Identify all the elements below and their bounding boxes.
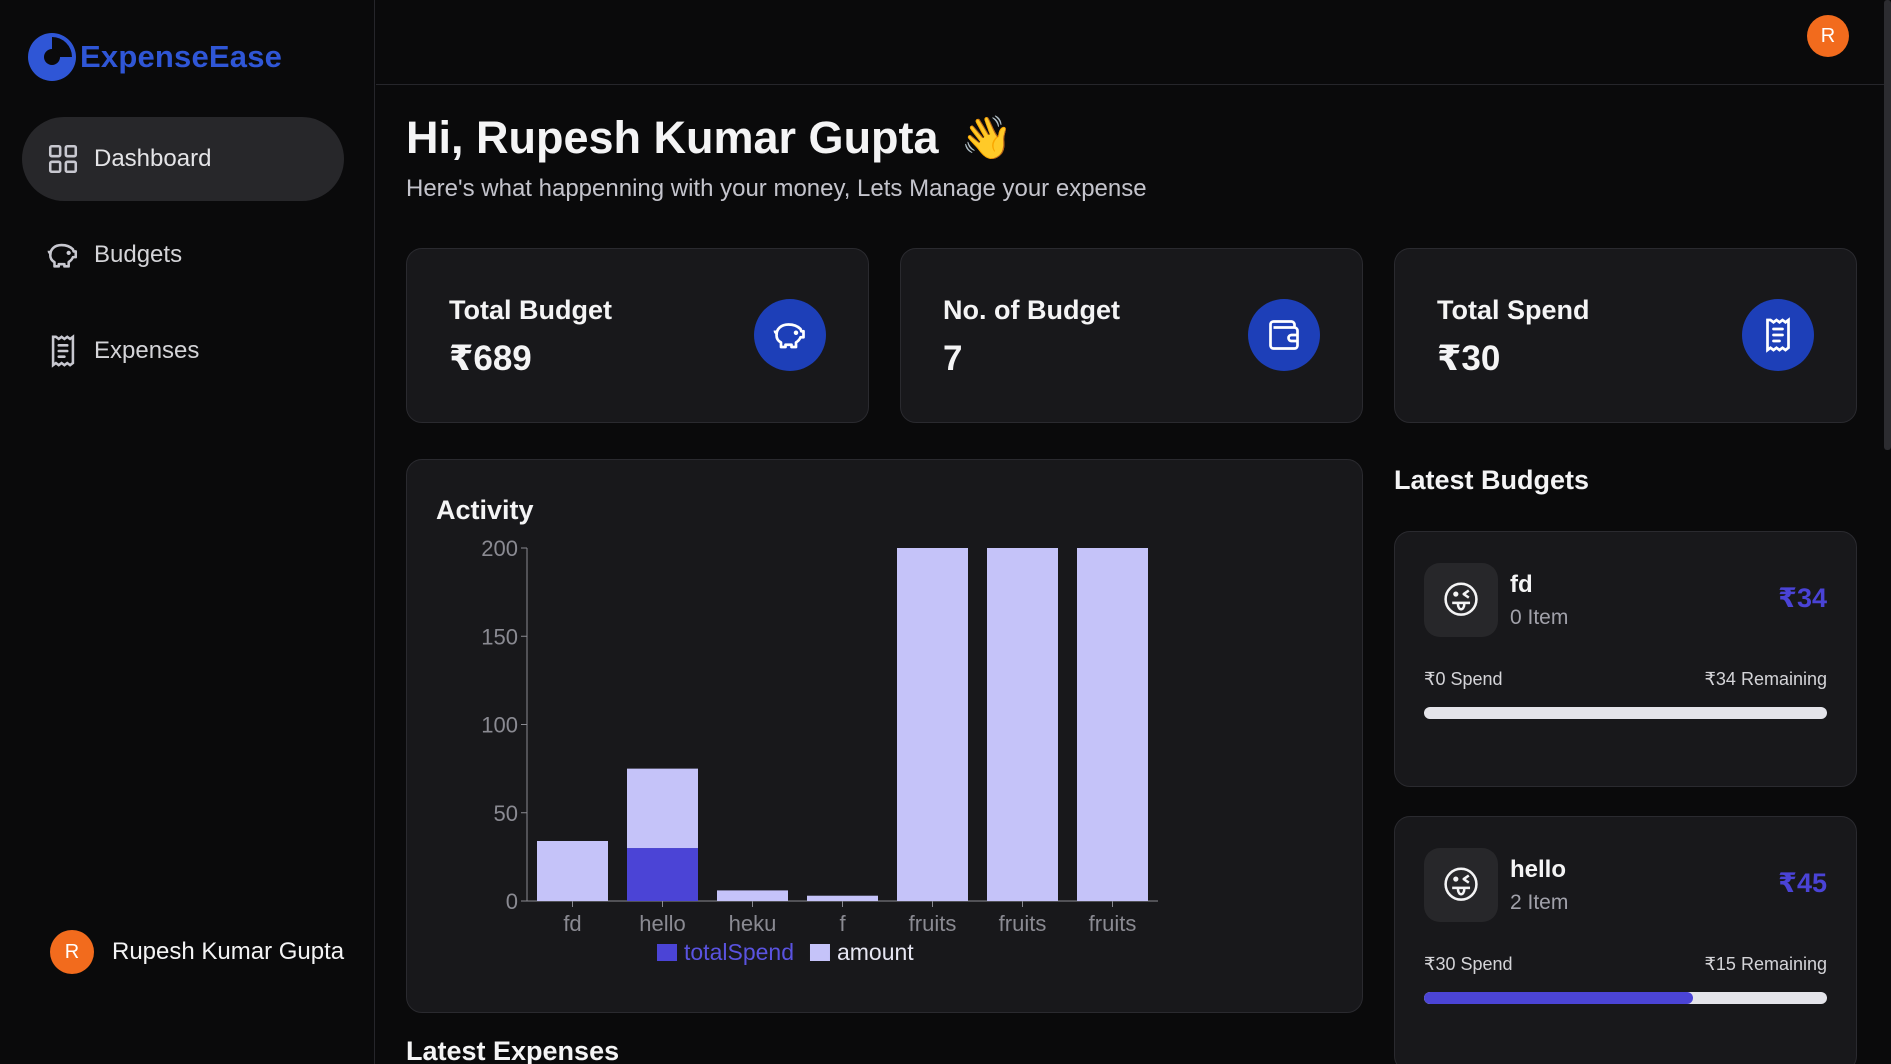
sidebar-item-label: Budgets bbox=[94, 241, 183, 268]
y-tick-label: 100 bbox=[481, 713, 518, 738]
sidebar-nav: Dashboard Budgets Expenses bbox=[22, 117, 344, 405]
x-tick-label: fruits bbox=[1089, 911, 1137, 936]
stat-card-budget-count: No. of Budget 7 bbox=[900, 248, 1363, 423]
bar-amount bbox=[627, 768, 698, 849]
bar-amount bbox=[987, 548, 1058, 901]
sidebar-item-budgets[interactable]: Budgets bbox=[22, 213, 344, 297]
sidebar-item-dashboard[interactable]: Dashboard bbox=[22, 117, 344, 201]
top-bar: R bbox=[376, 0, 1891, 85]
activity-chart: 0 50 100 150 200 fd hello heku f fruits fruits frui… bbox=[481, 536, 1158, 965]
bar-amount bbox=[717, 890, 788, 901]
budget-item-count: 2 Item bbox=[1510, 891, 1569, 914]
latest-expenses-title: Latest Expenses bbox=[406, 1036, 620, 1064]
avatar: R bbox=[50, 930, 94, 974]
bar-amount bbox=[897, 548, 968, 901]
budget-item-count: 0 Item bbox=[1510, 606, 1569, 629]
budget-progress-fill bbox=[1424, 992, 1693, 1004]
y-tick-label: 150 bbox=[481, 624, 518, 649]
stat-label: Total Spend bbox=[1437, 295, 1590, 325]
stat-value: 7 bbox=[943, 339, 963, 378]
header-avatar[interactable]: R bbox=[1807, 15, 1849, 57]
y-tick-label: 200 bbox=[481, 536, 518, 561]
sidebar-item-expenses[interactable]: Expenses bbox=[22, 309, 344, 393]
bar-amount bbox=[807, 895, 878, 901]
wave-emoji: 👋 bbox=[960, 113, 1013, 161]
stat-value: ₹30 bbox=[1437, 339, 1501, 378]
activity-card: Activity 0 50 100 150 200 fd hello heku f fruits f… bbox=[406, 459, 1363, 1013]
scrollbar[interactable] bbox=[1884, 0, 1891, 450]
budget-amount: ₹45 bbox=[1778, 868, 1827, 898]
stat-card-total-spend: Total Spend ₹30 bbox=[1394, 248, 1857, 423]
legend-label-amount: amount bbox=[837, 939, 914, 965]
page-title: Hi, Rupesh Kumar Gupta 👋 bbox=[406, 112, 1013, 164]
receipt-icon bbox=[1742, 299, 1814, 371]
logo-icon bbox=[28, 33, 76, 81]
sidebar-item-label: Dashboard bbox=[94, 145, 212, 172]
stat-label: No. of Budget bbox=[943, 295, 1120, 325]
receipt-icon bbox=[46, 334, 80, 368]
piggy-bank-icon bbox=[754, 299, 826, 371]
x-tick-label: fd bbox=[563, 911, 581, 936]
budget-card-fd[interactable]: 😜 fd 0 Item ₹34 ₹0 Spend ₹34 Remaining bbox=[1394, 531, 1857, 787]
user-profile[interactable]: R Rupesh Kumar Gupta bbox=[50, 930, 344, 974]
legend-swatch-totalSpend bbox=[657, 944, 677, 961]
budget-spend: ₹0 Spend bbox=[1424, 669, 1503, 689]
budget-amount: ₹34 bbox=[1778, 583, 1827, 613]
budget-name: fd bbox=[1510, 571, 1533, 598]
y-tick-label: 50 bbox=[494, 801, 518, 826]
bar-amount bbox=[1077, 548, 1148, 901]
y-tick-label: 0 bbox=[506, 889, 518, 914]
page-subtitle: Here's what happenning with your money, … bbox=[406, 175, 1147, 202]
x-tick-label: f bbox=[839, 911, 846, 936]
stat-label: Total Budget bbox=[449, 295, 612, 325]
wallet-icon bbox=[1248, 299, 1320, 371]
budget-remaining: ₹34 Remaining bbox=[1704, 669, 1827, 689]
x-tick-label: heku bbox=[729, 911, 777, 936]
greeting-text: Hi, Rupesh Kumar Gupta bbox=[406, 112, 939, 163]
bar-amount bbox=[537, 840, 608, 901]
stat-value: ₹689 bbox=[449, 339, 532, 378]
budget-progress-bar bbox=[1424, 992, 1827, 1004]
app-name: ExpenseEase bbox=[80, 39, 283, 74]
budget-name: hello bbox=[1510, 856, 1567, 883]
stat-card-total-budget: Total Budget ₹689 bbox=[406, 248, 869, 423]
x-tick-label: fruits bbox=[909, 911, 957, 936]
sidebar-item-label: Expenses bbox=[94, 337, 200, 364]
legend-label-totalSpend: totalSpend bbox=[684, 939, 794, 965]
budget-emoji: 😜 bbox=[1424, 563, 1498, 637]
app-logo[interactable]: ExpenseEase bbox=[27, 32, 282, 82]
budget-spend: ₹30 Spend bbox=[1424, 954, 1513, 974]
bar-totalSpend bbox=[627, 848, 698, 901]
x-tick-label: fruits bbox=[999, 911, 1047, 936]
piggy-bank-icon bbox=[46, 238, 80, 272]
budget-remaining: ₹15 Remaining bbox=[1704, 954, 1827, 974]
x-tick-label: hello bbox=[639, 911, 685, 936]
grid-icon bbox=[46, 142, 80, 176]
sidebar: ExpenseEase Dashboard Budgets Expenses R… bbox=[0, 0, 375, 1064]
budget-card-hello[interactable]: 😜 hello 2 Item ₹45 ₹30 Spend ₹15 Remaini… bbox=[1394, 816, 1857, 1064]
latest-budgets-title: Latest Budgets bbox=[1394, 465, 1590, 495]
user-name: Rupesh Kumar Gupta bbox=[112, 938, 345, 965]
budget-emoji: 😜 bbox=[1424, 848, 1498, 922]
budget-progress-bar bbox=[1424, 707, 1827, 719]
legend-swatch-amount bbox=[809, 944, 830, 961]
